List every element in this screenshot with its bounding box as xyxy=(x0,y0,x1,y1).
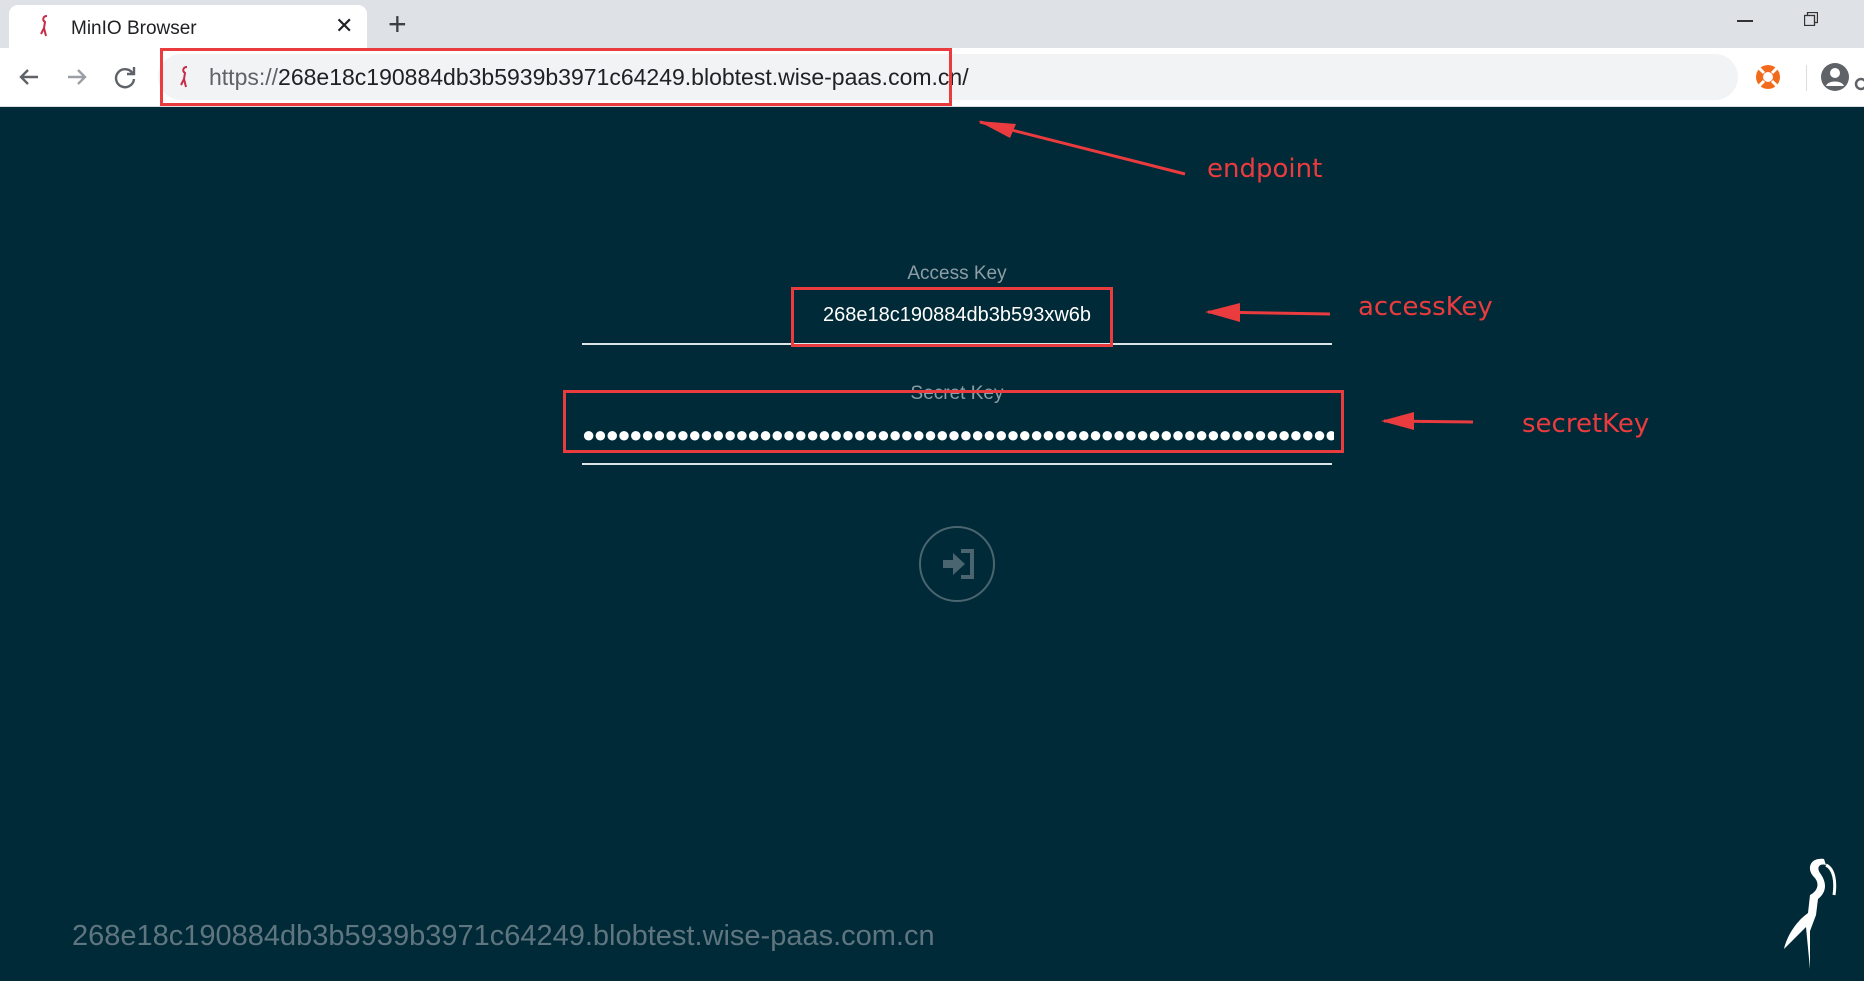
new-tab-button[interactable]: + xyxy=(388,8,407,40)
secret-key-highlight xyxy=(563,390,1344,453)
reload-button[interactable] xyxy=(108,60,142,94)
tab-strip: MinIO Browser ✕ + xyxy=(0,0,1864,48)
minimize-icon[interactable] xyxy=(1737,20,1753,22)
tab-title: MinIO Browser xyxy=(71,18,197,39)
account-icon[interactable] xyxy=(1820,62,1850,92)
minio-logo xyxy=(1784,858,1837,969)
endpoint-annotation: endpoint xyxy=(1207,154,1323,184)
access-key-highlight xyxy=(791,287,1113,347)
lifebuoy-icon[interactable] xyxy=(1755,64,1781,90)
toolbar-separator xyxy=(1806,65,1807,91)
login-button[interactable] xyxy=(919,526,995,602)
close-tab-icon[interactable]: ✕ xyxy=(335,14,353,38)
browser-tab[interactable]: MinIO Browser ✕ xyxy=(9,5,367,48)
host-footer: 268e18c190884db3b5939b3971c64249.blobtes… xyxy=(72,920,935,952)
key-icon[interactable] xyxy=(1854,74,1864,94)
annotation-arrows xyxy=(978,120,1474,430)
arrow-right-icon xyxy=(68,69,87,85)
minio-flamingo-icon xyxy=(40,15,48,37)
access-key-label: Access Key xyxy=(907,263,1007,284)
reload-icon xyxy=(114,67,136,89)
access-key-annotation: accessKey xyxy=(1358,292,1493,322)
endpoint-highlight xyxy=(160,48,952,106)
forward-button[interactable] xyxy=(60,60,94,94)
secret-key-annotation: secretKey xyxy=(1522,409,1650,439)
restore-icon[interactable] xyxy=(1804,12,1818,26)
arrow-left-icon xyxy=(19,69,38,85)
secret-key-underline xyxy=(582,463,1332,465)
back-button[interactable] xyxy=(12,60,46,94)
sign-in-icon xyxy=(943,549,974,579)
